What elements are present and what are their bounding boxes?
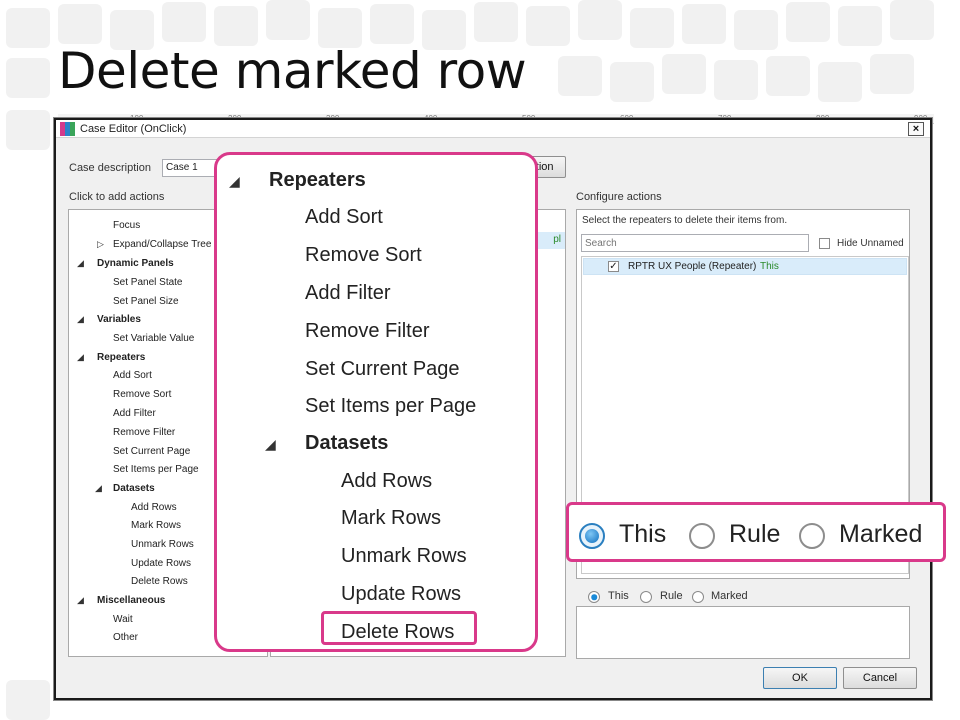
collapse-triangle-icon[interactable]: ◢ xyxy=(77,595,84,606)
zoom-radio-marked xyxy=(799,523,825,549)
zoom-radio-rule-label: Rule xyxy=(729,520,781,548)
close-icon[interactable]: × xyxy=(908,122,924,136)
dialog-titlebar[interactable]: Case Editor (OnClick) × xyxy=(56,120,930,138)
tree-item-wait[interactable]: Wait xyxy=(113,614,133,625)
zoom-item-add-filter: Add Filter xyxy=(305,282,391,304)
ok-button[interactable]: OK xyxy=(763,667,837,689)
zoom-item-remove-filter: Remove Filter xyxy=(305,320,430,342)
zoom-radio-this-label: This xyxy=(619,520,667,548)
repeater-name: RPTR UX People (Repeater) xyxy=(628,261,757,272)
tree-item-update-rows[interactable]: Update Rows xyxy=(131,558,191,569)
tree-item-remove-filter[interactable]: Remove Filter xyxy=(113,427,175,438)
tree-item-set-items-per-page[interactable]: Set Items per Page xyxy=(113,464,199,475)
tree-item-other[interactable]: Other xyxy=(113,632,138,643)
tree-item-add-filter[interactable]: Add Filter xyxy=(113,408,156,419)
zoom-item-set-current-page: Set Current Page xyxy=(305,358,460,380)
collapse-triangle-icon[interactable]: ◢ xyxy=(77,258,84,269)
zoomed-radio-callout: This Rule Marked xyxy=(566,502,946,562)
hide-unnamed-label: Hide Unnamed xyxy=(837,238,904,249)
tree-item-set-current-page[interactable]: Set Current Page xyxy=(113,446,190,457)
tree-group-dynamic-panels[interactable]: Dynamic Panels xyxy=(97,258,174,269)
configure-options-area xyxy=(576,606,910,659)
tree-group-variables[interactable]: Variables xyxy=(97,314,141,325)
zoom-group-datasets: Datasets xyxy=(305,432,389,454)
collapse-triangle-icon[interactable]: ◢ xyxy=(77,352,84,363)
collapse-triangle-icon: ◢ xyxy=(265,436,276,452)
repeater-this-tag: This xyxy=(760,261,779,272)
repeater-list-item[interactable]: ✓ RPTR UX People (Repeater) This xyxy=(583,258,907,275)
case-row-text: pl xyxy=(553,234,561,245)
zoom-group-repeaters: Repeaters xyxy=(269,169,366,191)
repeater-search-input[interactable] xyxy=(581,234,809,252)
tree-item-remove-sort[interactable]: Remove Sort xyxy=(113,389,171,400)
radio-marked-label: Marked xyxy=(711,590,748,602)
radio-this[interactable] xyxy=(588,591,600,603)
zoom-radio-marked-label: Marked xyxy=(839,520,923,548)
collapse-triangle-icon: ◢ xyxy=(229,173,240,189)
radio-rule-label: Rule xyxy=(660,590,683,602)
tree-item-add-sort[interactable]: Add Sort xyxy=(113,370,152,381)
click-to-add-label: Click to add actions xyxy=(69,191,165,203)
zoom-item-add-rows: Add Rows xyxy=(341,470,433,492)
repeater-checkbox[interactable]: ✓ xyxy=(608,261,619,272)
delete-rows-highlight xyxy=(321,611,477,645)
tree-group-datasets[interactable]: Datasets xyxy=(113,483,155,494)
tree-item-set-panel-size[interactable]: Set Panel Size xyxy=(113,296,179,307)
zoom-radio-rule xyxy=(689,523,715,549)
tree-group-repeaters[interactable]: Repeaters xyxy=(97,352,145,363)
zoom-radio-this xyxy=(579,523,605,549)
tree-item-expand-collapse[interactable]: Expand/Collapse Tree xyxy=(113,239,211,250)
zoom-item-set-items-per-page: Set Items per Page xyxy=(305,395,477,417)
slide-title: Delete marked row xyxy=(58,42,527,100)
collapse-triangle-icon[interactable]: ◢ xyxy=(95,483,102,494)
zoom-item-mark-rows: Mark Rows xyxy=(341,507,442,529)
tree-item-unmark-rows[interactable]: Unmark Rows xyxy=(131,539,194,550)
radio-this-label: This xyxy=(608,590,629,602)
tree-group-miscellaneous[interactable]: Miscellaneous xyxy=(97,595,165,606)
cancel-button[interactable]: Cancel xyxy=(843,667,917,689)
tree-item-focus[interactable]: Focus xyxy=(113,220,140,231)
zoom-item-unmark-rows: Unmark Rows xyxy=(341,545,467,567)
collapse-triangle-icon[interactable]: ◢ xyxy=(77,314,84,325)
tree-item-add-rows[interactable]: Add Rows xyxy=(131,502,177,513)
expand-triangle-icon[interactable]: ▷ xyxy=(97,239,104,250)
zoom-item-remove-sort: Remove Sort xyxy=(305,244,422,266)
zoom-item-update-rows: Update Rows xyxy=(341,583,462,605)
case-description-label: Case description xyxy=(69,162,151,174)
zoom-item-add-sort: Add Sort xyxy=(305,206,383,228)
zoomed-menu-callout: ◢ Repeaters Add Sort Remove Sort Add Fil… xyxy=(214,152,538,652)
tree-item-delete-rows[interactable]: Delete Rows xyxy=(131,576,188,587)
tree-item-set-panel-state[interactable]: Set Panel State xyxy=(113,277,183,288)
configure-actions-label: Configure actions xyxy=(576,191,662,203)
tree-item-mark-rows[interactable]: Mark Rows xyxy=(131,520,181,531)
dialog-title: Case Editor (OnClick) xyxy=(80,122,187,135)
tree-item-set-variable-value[interactable]: Set Variable Value xyxy=(113,333,194,344)
radio-rule[interactable] xyxy=(640,591,652,603)
radio-marked[interactable] xyxy=(692,591,704,603)
axure-app-icon xyxy=(60,121,76,136)
configure-instruction: Select the repeaters to delete their ite… xyxy=(582,215,788,226)
hide-unnamed-checkbox[interactable] xyxy=(819,238,830,249)
